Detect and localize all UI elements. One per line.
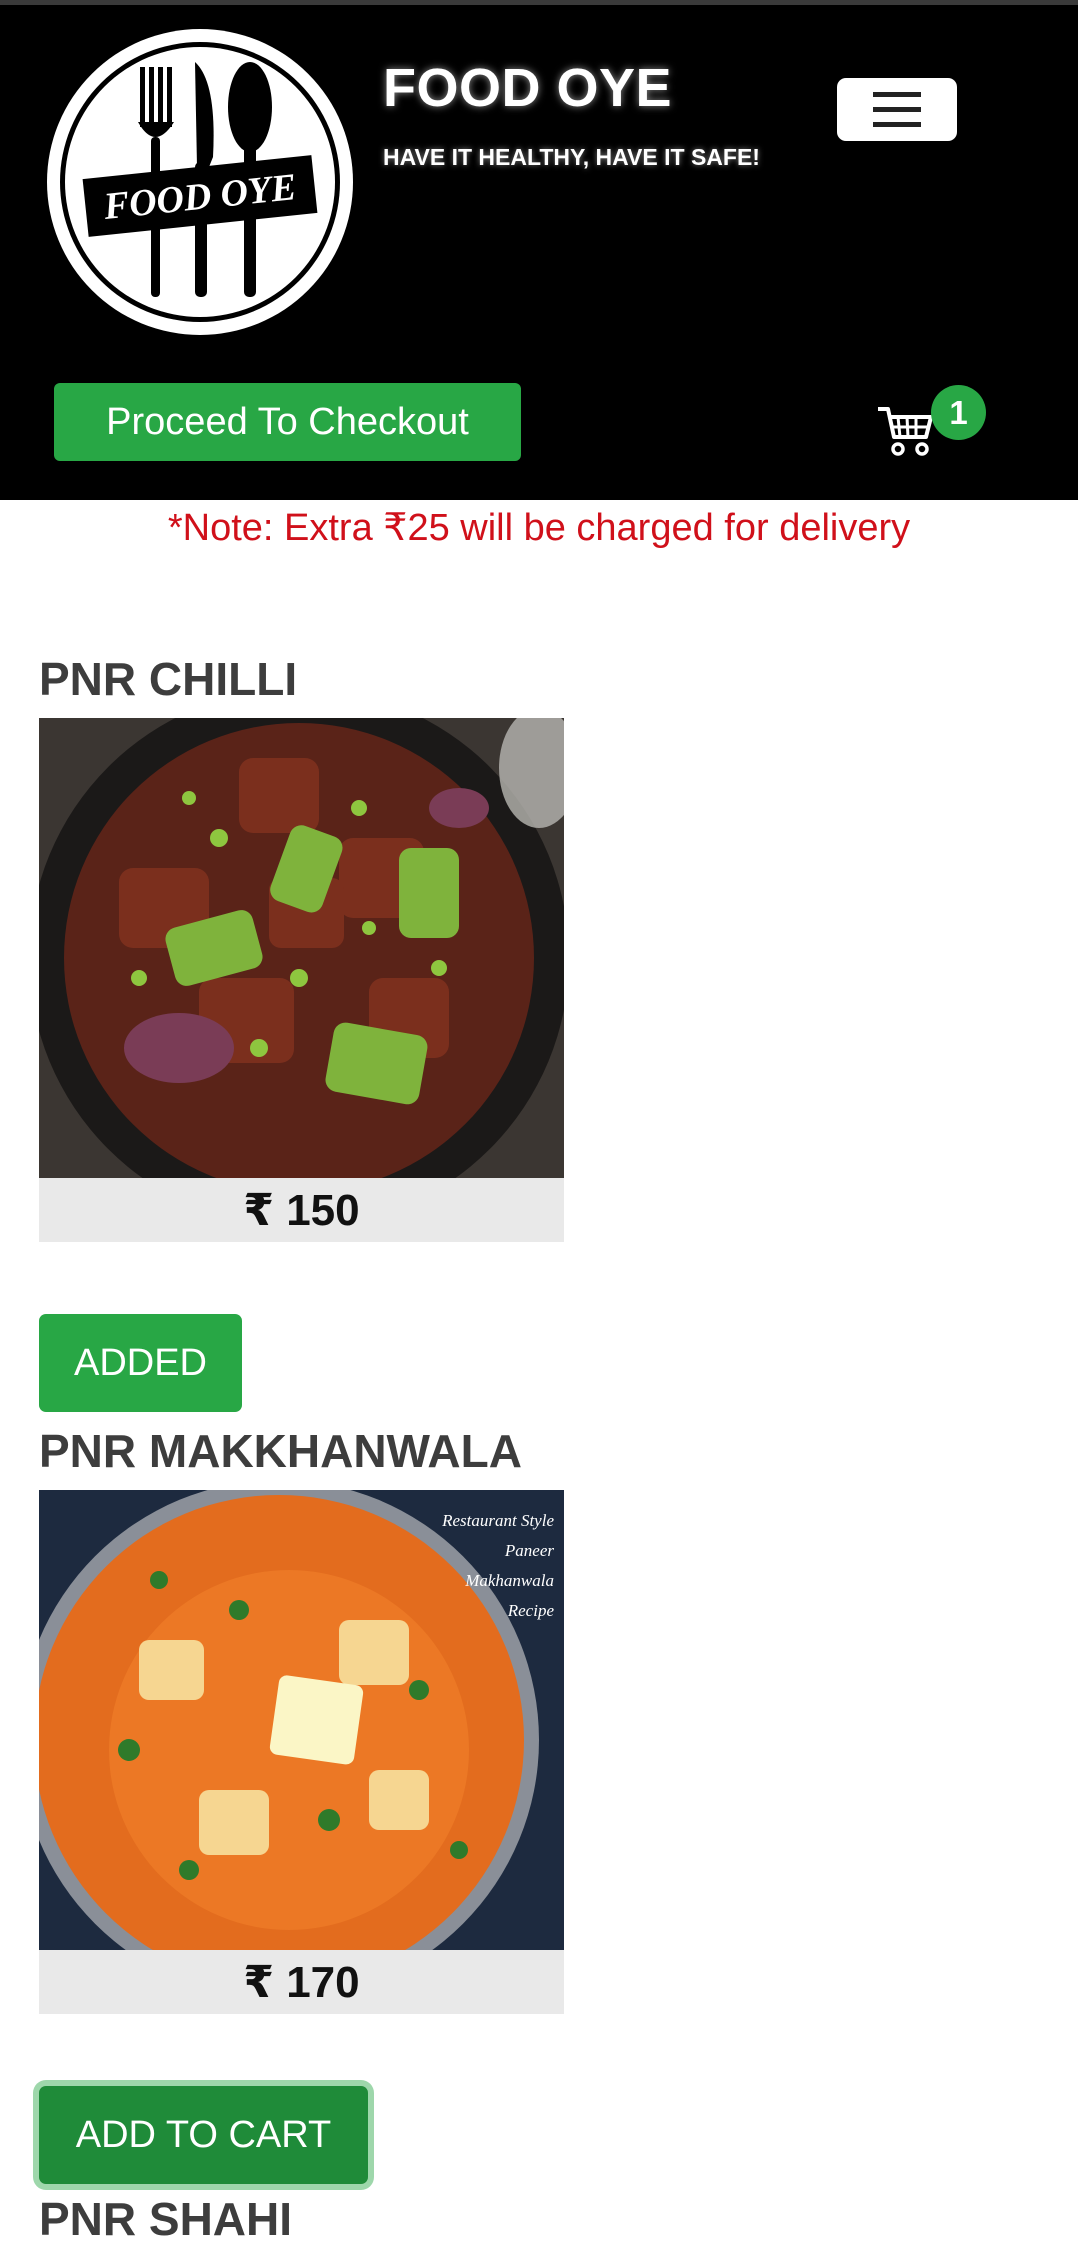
item-title: PNR CHILLI	[39, 653, 298, 705]
delivery-note: *Note: Extra ₹25 will be charged for del…	[167, 507, 911, 549]
shopping-cart-icon[interactable]	[876, 403, 934, 459]
image-caption-line: Recipe	[507, 1601, 555, 1620]
site-header: FOOD OYE FOOD OYE HAVE IT HEALTHY, HAVE …	[0, 5, 1078, 500]
added-button[interactable]: ADDED	[39, 1314, 242, 1412]
cart-count-badge: 1	[931, 385, 986, 440]
proceed-to-checkout-button[interactable]: Proceed To Checkout	[54, 383, 521, 461]
site-title: FOOD OYE	[383, 58, 673, 118]
image-caption-line: Restaurant Style	[441, 1511, 554, 1530]
site-tagline: HAVE IT HEALTHY, HAVE IT SAFE!	[383, 144, 760, 170]
image-caption-line: Paneer	[504, 1541, 554, 1560]
item-title: PNR SHAHI	[39, 2193, 293, 2245]
food-oye-logo[interactable]: FOOD OYE	[45, 27, 355, 337]
item-price: ₹ 150	[39, 1178, 564, 1242]
hamburger-menu-icon	[873, 91, 921, 127]
item-price: ₹ 170	[39, 1950, 564, 2014]
pnr-makkhanwala-image: Restaurant Style Paneer Makhanwala Recip…	[39, 1490, 564, 1950]
menu-toggle-button[interactable]	[837, 78, 957, 141]
add-to-cart-button[interactable]: ADD TO CART	[39, 2086, 368, 2184]
item-title: PNR MAKKHANWALA	[39, 1425, 522, 1477]
pnr-chilli-image	[39, 718, 564, 1178]
image-caption-line: Makhanwala	[464, 1571, 554, 1590]
